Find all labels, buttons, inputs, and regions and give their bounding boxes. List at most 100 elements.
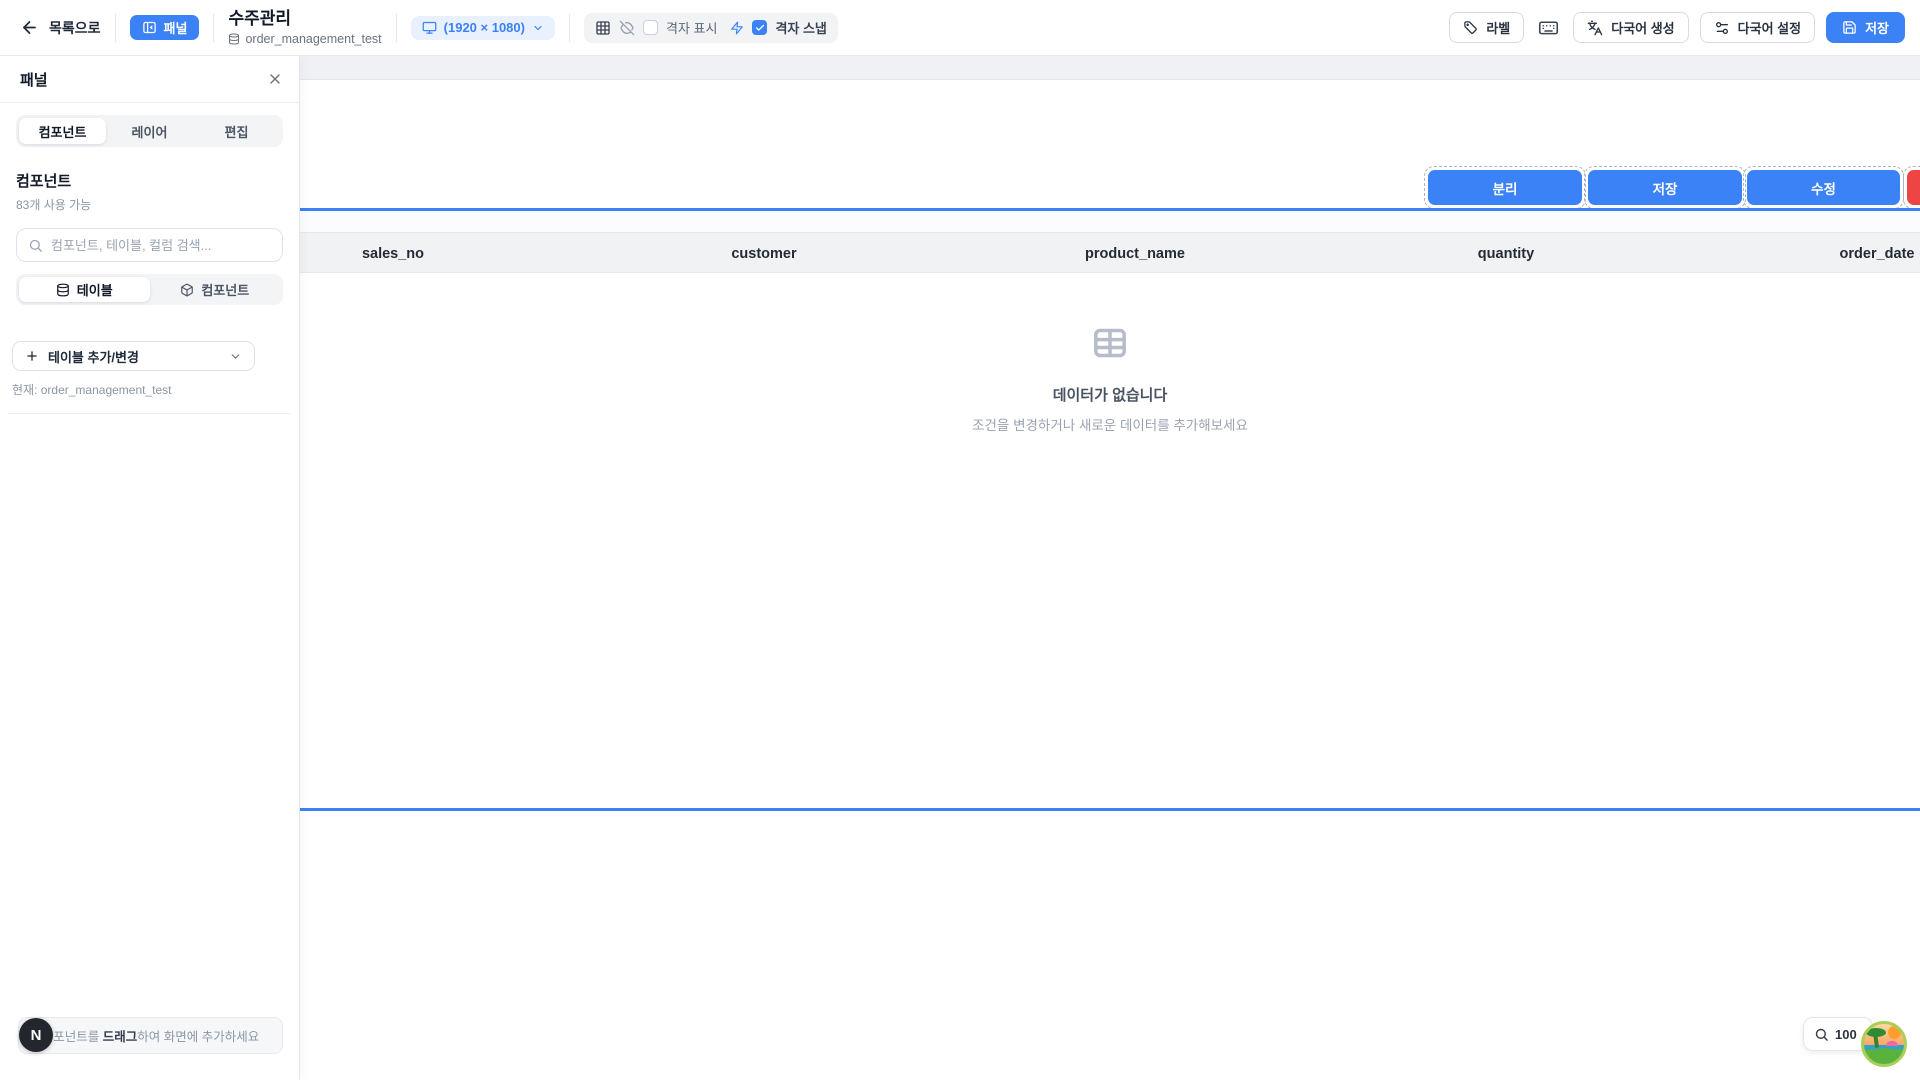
keyboard-shortcuts-button[interactable] [1535, 17, 1562, 38]
grid-show-label: 격자 표시 [666, 18, 717, 37]
canvas-button-danger[interactable] [1907, 170, 1920, 205]
toolbar-divider [569, 14, 570, 42]
i18n-settings-label: 다국어 설정 [1738, 18, 1801, 37]
palm-leaves-shape [1866, 1028, 1886, 1037]
panel-divider [8, 413, 291, 414]
canvas-button-separate[interactable]: 분리 [1428, 170, 1582, 205]
database-icon [56, 283, 70, 297]
current-table-label: 현재: order_management_test [12, 381, 299, 398]
umbrella-shape [1886, 1041, 1898, 1046]
add-change-table-label: 테이블 추가/변경 [48, 347, 139, 366]
back-to-list-button[interactable]: 목록으로 [20, 18, 101, 38]
sun-shape [1888, 1026, 1901, 1039]
design-canvas[interactable]: 분리 저장 수정 sales_no customer product_name … [300, 80, 1920, 1080]
column-header-sales-no[interactable]: sales_no [362, 233, 424, 274]
column-header-order-date[interactable]: order_date [1840, 233, 1915, 274]
tag-icon [1463, 20, 1478, 35]
component-search[interactable] [16, 228, 283, 262]
resolution-select[interactable]: (1920 × 1080) [411, 16, 555, 40]
component-panel: 패널 컴포넌트 레이어 편집 컴포넌트 83개 사용 가능 [0, 56, 300, 1080]
grid-snap-label: 격자 스냅 [775, 18, 826, 37]
grid-snap-checkbox[interactable] [752, 20, 767, 35]
column-header-quantity[interactable]: quantity [1478, 233, 1534, 274]
source-tab-component-label: 컴포넌트 [201, 280, 249, 299]
toolbar-divider [396, 14, 397, 42]
column-header-customer[interactable]: customer [731, 233, 796, 274]
arrow-left-icon [20, 18, 39, 37]
chevron-down-icon [229, 350, 242, 363]
label-button-text: 라벨 [1486, 18, 1510, 37]
toolbar-divider [213, 14, 214, 42]
lightning-icon [730, 21, 744, 35]
keyboard-icon [1538, 17, 1559, 38]
column-header-product-name[interactable]: product_name [1085, 233, 1185, 274]
grid-selection-bottom-border [300, 808, 1920, 811]
i18n-generate-button[interactable]: 다국어 생성 [1573, 12, 1688, 43]
grid-show-checkbox[interactable] [643, 20, 658, 35]
drag-hint-bold: 드래그 [103, 1030, 138, 1044]
source-tab-table[interactable]: 테이블 [19, 277, 150, 302]
close-icon [267, 71, 283, 87]
back-to-list-label: 목록으로 [49, 18, 101, 38]
top-toolbar: 목록으로 패널 수주관리 order_management_test (1920 [0, 0, 1920, 56]
settings-sliders-icon [1714, 20, 1730, 36]
data-grid-header[interactable]: sales_no customer product_name quantity … [300, 232, 1920, 273]
eye-off-icon [619, 20, 635, 36]
components-section-title: 컴포넌트 [16, 170, 283, 191]
workspace-top-strip [300, 56, 1920, 80]
magnifier-icon [1814, 1027, 1829, 1042]
selection-outline[interactable]: 분리 [1424, 166, 1586, 209]
panel-tab-bar: 컴포넌트 레이어 편집 [16, 115, 283, 147]
panel-left-icon [142, 20, 157, 35]
cursor-avatar-badge: N [19, 1018, 53, 1052]
panel-toggle-button[interactable]: 패널 [130, 15, 200, 40]
source-type-switch: 테이블 컴포넌트 [16, 274, 283, 305]
tab-edit[interactable]: 편집 [193, 118, 280, 144]
source-tab-table-label: 테이블 [77, 280, 113, 299]
monitor-icon [422, 20, 437, 35]
grid-component-padding [300, 211, 1920, 232]
bound-table-name: order_management_test [245, 32, 381, 46]
plus-icon [25, 349, 39, 363]
canvas-button-save[interactable]: 저장 [1588, 170, 1742, 205]
search-icon [28, 238, 43, 253]
panel-toggle-label: 패널 [164, 18, 188, 37]
add-change-table-dropdown[interactable]: 테이블 추가/변경 [12, 341, 255, 371]
page-title: 수주관리 [228, 9, 381, 29]
drag-hint: 컴포넌트를 드래그하여 화면에 추가하세요 [18, 1017, 283, 1054]
i18n-settings-button[interactable]: 다국어 설정 [1700, 12, 1815, 43]
canvas-button-edit[interactable]: 수정 [1747, 170, 1900, 205]
page-title-block: 수주관리 order_management_test [228, 9, 381, 46]
tab-layers[interactable]: 레이어 [106, 118, 193, 144]
selection-outline[interactable]: 저장 [1584, 166, 1746, 209]
i18n-generate-label: 다국어 생성 [1611, 18, 1674, 37]
tab-components[interactable]: 컴포넌트 [19, 118, 106, 144]
components-available-count: 83개 사용 가능 [16, 196, 283, 213]
selection-outline[interactable]: 수정 [1743, 166, 1904, 209]
grid-empty-state: 데이터가 없습니다 조건을 변경하거나 새로운 데이터를 추가해보세요 [810, 323, 1410, 434]
table-grid-icon [1090, 323, 1130, 363]
resolution-value: (1920 × 1080) [444, 20, 525, 35]
box-icon [180, 283, 194, 297]
database-icon [228, 33, 240, 45]
toolbar-divider [115, 14, 116, 42]
island-emoji-badge [1861, 1021, 1907, 1067]
chevron-down-icon [532, 22, 544, 34]
source-tab-component[interactable]: 컴포넌트 [150, 277, 281, 302]
save-icon [1842, 20, 1857, 35]
save-button[interactable]: 저장 [1826, 12, 1905, 43]
grid-options-group: 격자 표시 격자 스냅 [584, 13, 838, 43]
panel-title: 패널 [20, 69, 48, 90]
zoom-level-value: 100 [1835, 1027, 1857, 1042]
drag-hint-suffix: 하여 화면에 추가하세요 [137, 1030, 259, 1044]
selection-outline[interactable] [1903, 166, 1920, 209]
grid-icon [595, 20, 611, 36]
save-button-label: 저장 [1865, 18, 1889, 37]
app-window: 목록으로 패널 수주관리 order_management_test (1920 [0, 0, 1920, 1080]
empty-state-title: 데이터가 없습니다 [810, 384, 1410, 405]
label-button[interactable]: 라벨 [1449, 12, 1524, 43]
panel-close-button[interactable] [267, 71, 283, 87]
panel-header: 패널 [0, 56, 299, 103]
translate-icon [1587, 20, 1603, 36]
search-input[interactable] [51, 238, 271, 253]
